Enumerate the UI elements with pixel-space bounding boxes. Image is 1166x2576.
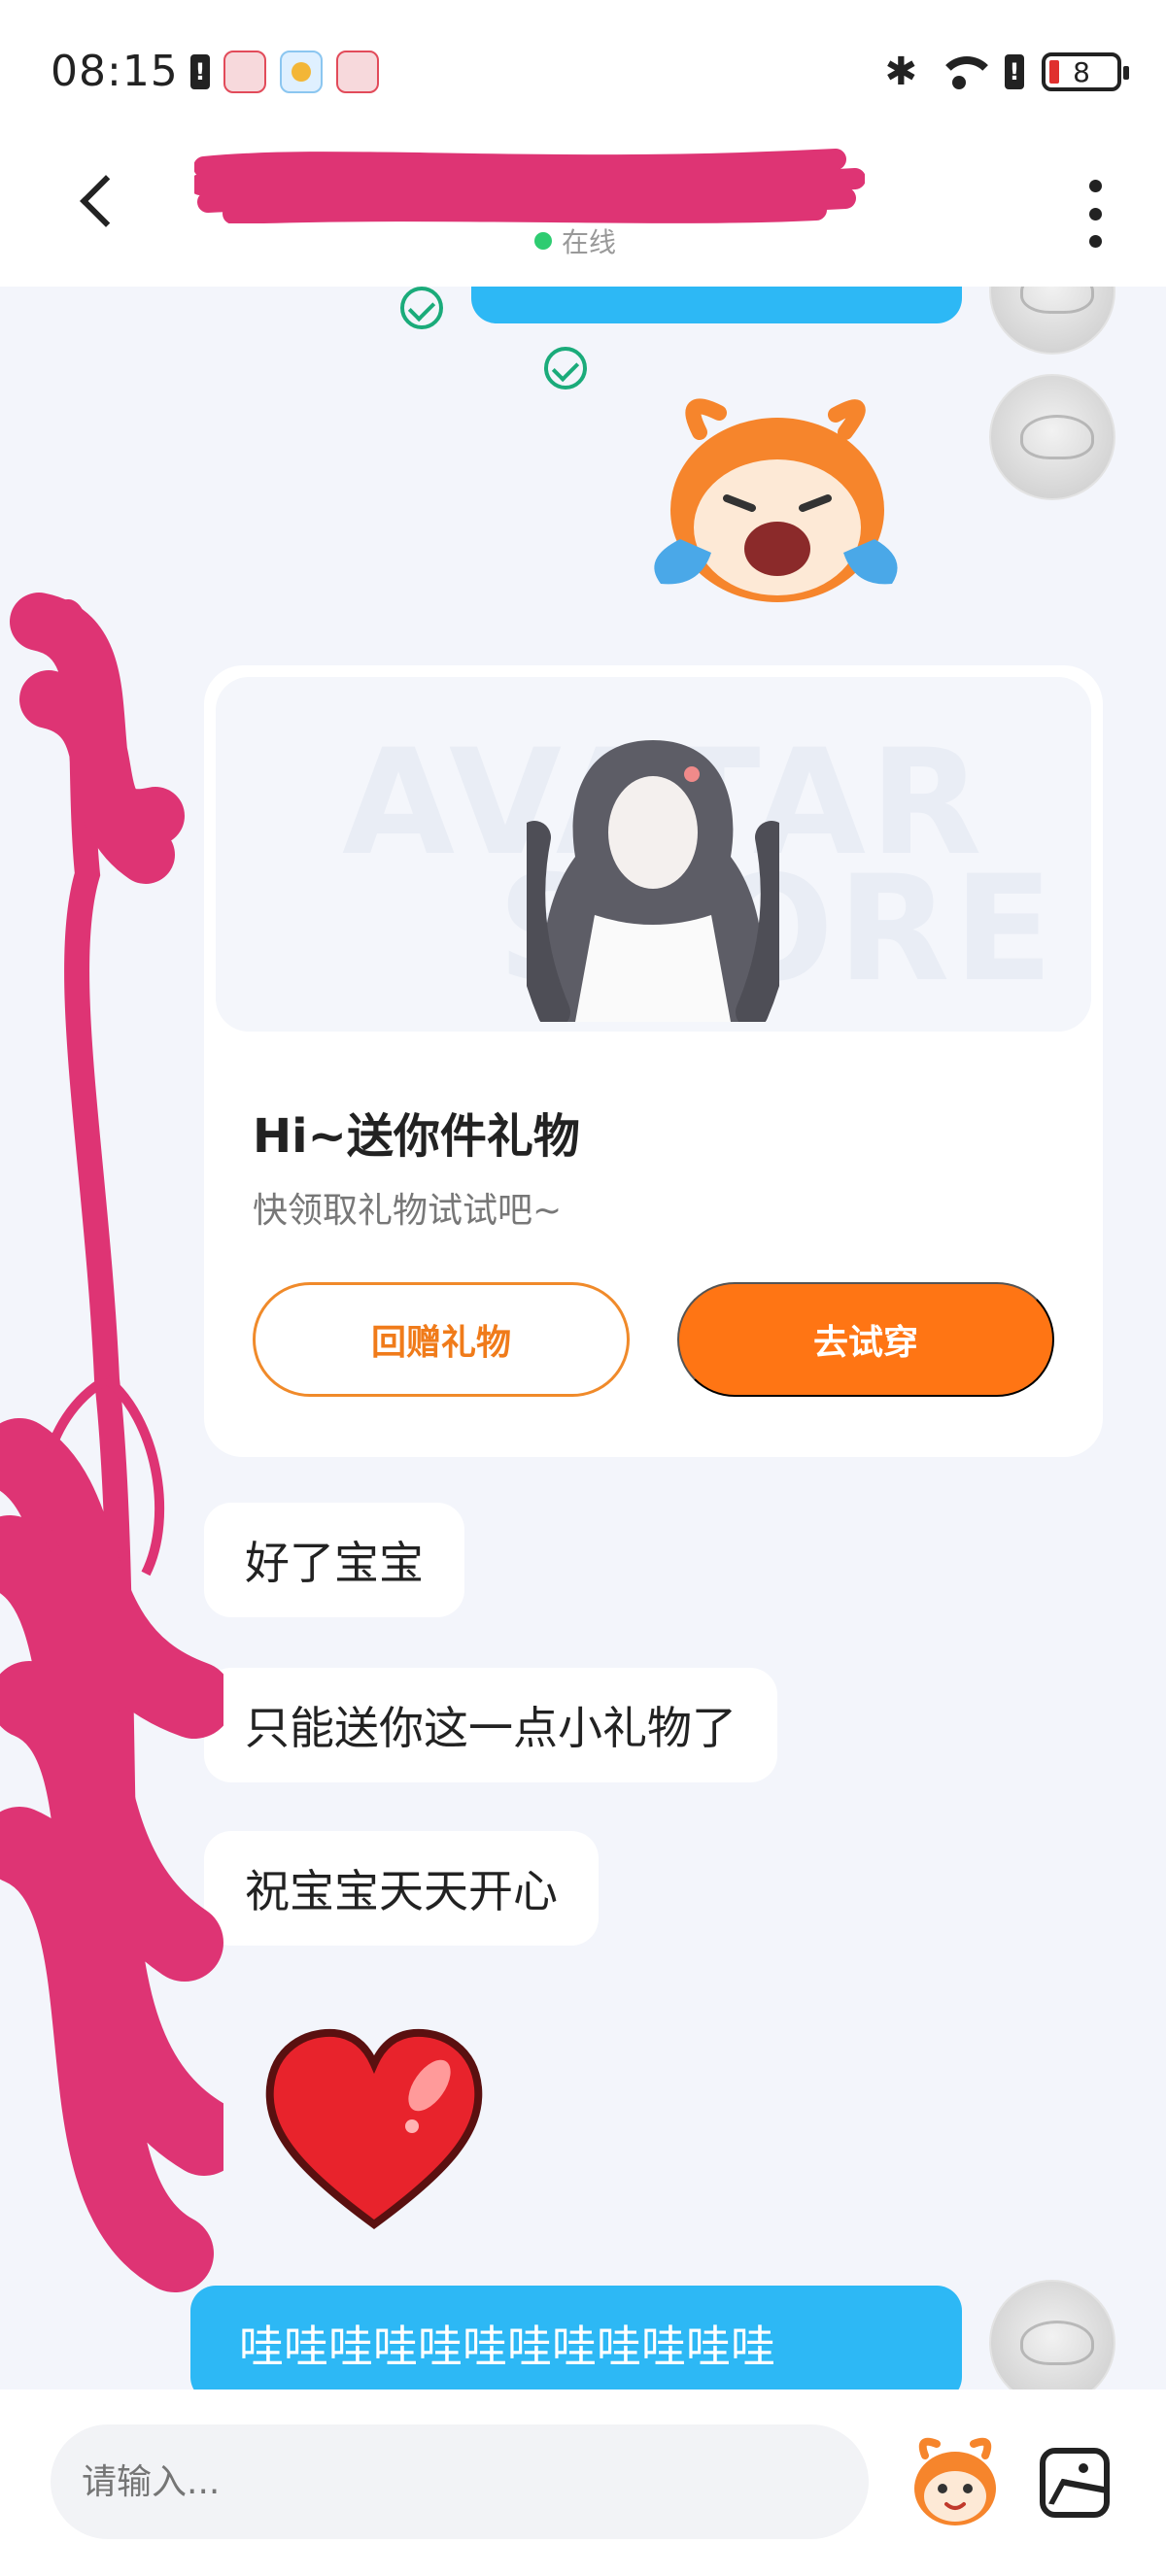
gift-card[interactable]: AVATAR STORE Hi~送你件礼物 快领取礼物试试吧~ 回赠礼物 去试穿 — [204, 665, 1103, 1457]
app-notification-icon — [223, 51, 266, 93]
status-time: 08:15 — [51, 47, 179, 96]
alert-icon: ! — [190, 54, 210, 89]
alert-icon: ! — [1005, 54, 1024, 89]
message-input[interactable] — [51, 2424, 869, 2539]
my-avatar[interactable] — [989, 2280, 1115, 2390]
sent-message-bubble[interactable]: 哇哇哇哇哇哇哇哇哇哇哇哇 — [190, 2286, 962, 2390]
top-bar: 08:15 ! ✱ ! 8 在线 — [0, 0, 1166, 287]
redaction-scribble — [194, 149, 865, 223]
back-arrow-icon[interactable] — [70, 175, 128, 233]
my-avatar[interactable] — [989, 374, 1115, 500]
input-bar — [0, 2390, 1166, 2576]
received-message-bubble[interactable]: 只能送你这一点小礼物了 — [204, 1668, 777, 1782]
more-vertical-icon[interactable] — [1080, 180, 1110, 248]
system-status-icons: ✱ ! 8 — [884, 50, 1129, 94]
sent-message-bubble[interactable] — [471, 287, 962, 323]
app-notification-icon — [336, 51, 379, 93]
gift-title: Hi~送你件礼物 — [253, 1109, 580, 1164]
weather-icon — [280, 51, 323, 93]
received-message-bubble[interactable]: 祝宝宝天天开心 — [204, 1831, 599, 1946]
image-icon[interactable] — [1040, 2448, 1110, 2518]
gift-subtitle: 快领取礼物试试吧~ — [253, 1191, 563, 1231]
bluetooth-icon: ✱ — [884, 50, 917, 94]
battery-level: 8 — [1073, 55, 1090, 88]
try-on-button[interactable]: 去试穿 — [677, 1282, 1054, 1397]
crying-sticker[interactable] — [641, 393, 909, 607]
received-message-bubble[interactable]: 好了宝宝 — [204, 1503, 464, 1617]
my-avatar[interactable] — [989, 287, 1115, 355]
notification-icons: ! — [190, 51, 379, 93]
battery-icon: 8 — [1042, 52, 1129, 91]
online-text: 在线 — [562, 226, 617, 258]
redaction-scribble — [0, 593, 223, 2292]
wifi-icon — [935, 52, 997, 91]
online-status: 在线 — [534, 221, 616, 260]
return-gift-button[interactable]: 回赠礼物 — [253, 1282, 630, 1397]
emoji-icon[interactable] — [904, 2430, 1007, 2533]
check-circle-icon — [400, 287, 443, 329]
gift-preview-image: AVATAR STORE — [216, 677, 1091, 1032]
heart-sticker[interactable] — [262, 2025, 486, 2234]
avatar-hair-item — [527, 740, 779, 1022]
online-dot — [534, 232, 552, 250]
check-circle-icon — [544, 347, 587, 390]
